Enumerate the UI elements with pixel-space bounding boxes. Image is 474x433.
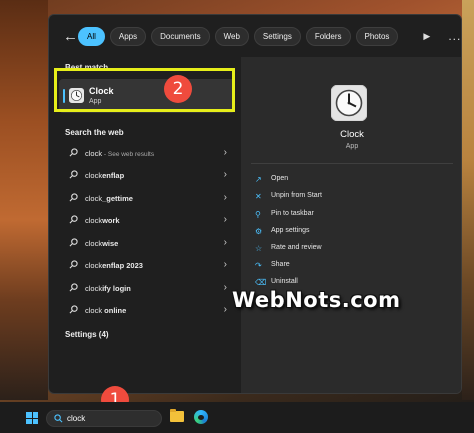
search-icon (69, 260, 78, 269)
web-result-suffix: wise (102, 239, 119, 248)
pin-icon: ⚲ (255, 210, 261, 219)
search-icon (69, 215, 78, 224)
action-label: Pin to taskbar (271, 210, 314, 217)
chevron-right-icon: › (223, 192, 227, 203)
watermark-text: WebNots.com (232, 288, 401, 312)
more-options-icon[interactable]: ... (448, 29, 461, 43)
details-pane: Clock App ↗ Open ✕ Unpin from Start ⚲ Pi… (241, 57, 461, 393)
web-result-prefix: clock (85, 216, 103, 225)
app-type: App (345, 143, 359, 150)
action-label: Share (271, 261, 290, 268)
action-label: Unpin from Start (271, 192, 322, 199)
search-icon (69, 238, 78, 247)
highlight-box-best-match (54, 68, 235, 112)
filter-chip-photos[interactable]: Photos (355, 26, 399, 46)
file-explorer-icon[interactable] (170, 409, 184, 422)
unpin-icon: ✕ (255, 192, 262, 201)
web-result-sub: - See web results (102, 151, 155, 158)
star-icon: ☆ (255, 244, 263, 253)
web-result-item[interactable]: clockenflap › (59, 165, 235, 187)
web-result-item[interactable]: clock - See web results › (59, 143, 235, 165)
web-result-prefix: clock (85, 149, 103, 158)
web-result-item[interactable]: clockwork › (59, 210, 235, 232)
filter-chip-web[interactable]: Web (214, 26, 249, 46)
web-result-prefix: clock (85, 284, 103, 293)
taskbar-search-box[interactable]: clock (46, 410, 162, 427)
search-query: clock (67, 414, 86, 423)
chevron-right-icon: › (223, 214, 227, 225)
settings-heading[interactable]: Settings (4) (65, 330, 109, 339)
web-result-prefix: clock (85, 239, 103, 248)
chevron-right-icon: › (223, 147, 227, 158)
web-result-suffix: work (102, 216, 120, 225)
chevron-right-icon: › (223, 304, 227, 315)
clock-app-large-icon (331, 85, 367, 121)
web-result-prefix: clock (85, 171, 103, 180)
open-icon: ↗ (255, 175, 262, 184)
chevron-right-icon: › (223, 169, 227, 180)
action-label: Open (271, 175, 289, 182)
trash-icon: ⌫ (255, 278, 267, 287)
web-result-item[interactable]: clockenflap 2023 › (59, 255, 235, 277)
filter-chip-folders[interactable]: Folders (305, 26, 351, 46)
chevron-right-icon: › (223, 237, 227, 248)
windows-start-icon[interactable] (26, 412, 38, 424)
web-result-item[interactable]: clockwise › (59, 233, 235, 255)
web-result-item[interactable]: clockify login › (59, 278, 235, 300)
gear-icon: ⚙ (255, 227, 263, 236)
web-result-suffix: enflap (102, 171, 125, 180)
web-result-item[interactable]: clock online › (59, 300, 235, 322)
web-result-suffix: enflap 2023 (102, 261, 143, 270)
search-icon (69, 305, 78, 314)
search-icon (69, 170, 78, 179)
search-icon (69, 283, 78, 292)
web-result-suffix: online (102, 306, 127, 315)
action-label: Rate and review (271, 244, 322, 251)
web-result-prefix: clock (85, 194, 103, 203)
search-icon (69, 193, 78, 202)
filter-chip-documents[interactable]: Documents (151, 26, 210, 46)
chevron-right-icon: › (223, 282, 227, 293)
web-result-suffix: _gettime (102, 194, 133, 203)
divider (251, 163, 453, 164)
filter-chip-apps[interactable]: Apps (109, 26, 147, 46)
web-result-item[interactable]: clock_gettime › (59, 188, 235, 210)
wallpaper-right (462, 0, 474, 400)
web-result-prefix: clock (85, 261, 103, 270)
wallpaper-left (0, 0, 48, 400)
web-result-suffix: ify login (102, 284, 131, 293)
search-icon (54, 414, 63, 423)
search-web-heading: Search the web (65, 128, 124, 137)
share-icon: ↷ (255, 261, 262, 270)
search-icon (69, 148, 78, 157)
filter-chip-settings[interactable]: Settings (253, 26, 301, 46)
edge-browser-icon[interactable] (194, 410, 208, 424)
play-icon[interactable]: ▶ (423, 31, 430, 42)
action-label: Uninstall (271, 278, 298, 285)
taskbar: clock (0, 402, 474, 433)
step-badge-2: 2 (164, 75, 192, 103)
filter-chip-all[interactable]: All (78, 26, 105, 46)
back-arrow-icon[interactable]: ← (63, 28, 78, 45)
action-label: App settings (271, 227, 310, 234)
filter-bar: ← All Apps Documents Web Settings Folder… (49, 15, 461, 57)
web-result-prefix: clock (85, 306, 103, 315)
chevron-right-icon: › (223, 259, 227, 270)
app-name: Clock (340, 129, 364, 140)
